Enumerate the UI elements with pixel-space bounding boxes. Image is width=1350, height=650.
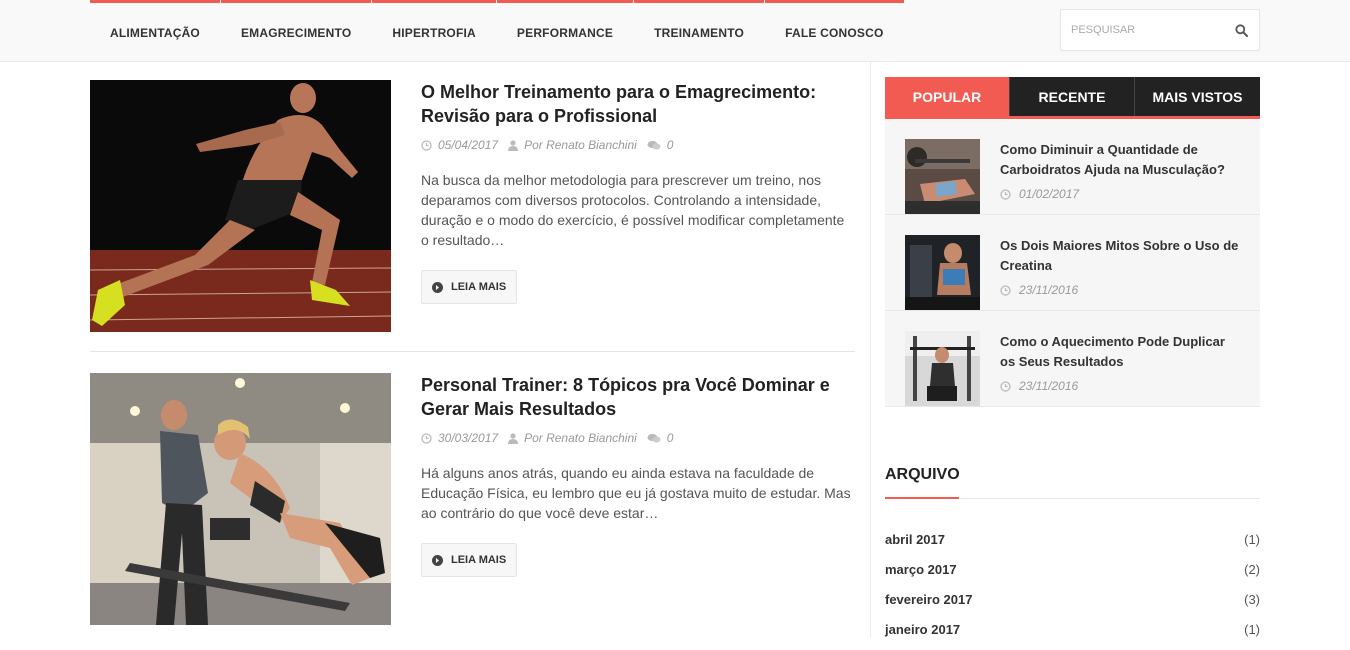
clock-icon bbox=[1000, 380, 1011, 392]
post-title[interactable]: O Melhor Treinamento para o Emagreciment… bbox=[421, 80, 855, 128]
read-more-button[interactable]: LEIA MAIS bbox=[421, 270, 518, 304]
nav-item-performance[interactable]: PERFORMANCE bbox=[496, 0, 634, 62]
search-input[interactable] bbox=[1061, 10, 1223, 50]
list-item[interactable]: Como o Aquecimento Pode Duplicar os Seus… bbox=[885, 311, 1260, 407]
user-icon bbox=[508, 139, 519, 151]
archive-link[interactable]: março 2017 bbox=[885, 560, 957, 590]
archive-count: (1) bbox=[1244, 622, 1260, 637]
popular-post-thumbnail[interactable] bbox=[905, 139, 980, 214]
search-button[interactable] bbox=[1223, 10, 1259, 50]
column-divider bbox=[870, 62, 871, 637]
archive-row: abril 2017 (1) bbox=[885, 530, 1260, 560]
post-meta: 05/04/2017 Por Renato Bianchini 0 bbox=[421, 136, 855, 154]
post-body: O Melhor Treinamento para o Emagreciment… bbox=[421, 80, 855, 304]
bench-press-image bbox=[905, 139, 980, 214]
popular-post-thumbnail[interactable] bbox=[905, 331, 980, 406]
popular-post-title[interactable]: Como Diminuir a Quantidade de Carboidrat… bbox=[1000, 140, 1240, 180]
popular-post-title[interactable]: Os Dois Maiores Mitos Sobre o Uso de Cre… bbox=[1000, 236, 1240, 276]
archive-row: janeiro 2017 (1) bbox=[885, 620, 1260, 650]
search-box bbox=[1060, 9, 1260, 51]
clock-icon bbox=[421, 139, 432, 151]
post-excerpt: Há alguns anos atrás, quando eu ainda es… bbox=[421, 465, 851, 521]
trainer-image bbox=[90, 373, 391, 625]
post-comments[interactable]: 0 bbox=[647, 138, 673, 152]
post-date: 05/04/2017 bbox=[421, 138, 498, 152]
arrow-circle-icon bbox=[432, 554, 443, 566]
archive-count: (1) bbox=[1244, 532, 1260, 547]
top-navigation-bar: ALIMENTAÇÃO EMAGRECIMENTO HIPERTROFIA PE… bbox=[0, 0, 1350, 62]
archive-heading: ARQUIVO bbox=[885, 466, 960, 483]
archive-count: (2) bbox=[1244, 562, 1260, 577]
archive-row: fevereiro 2017 (3) bbox=[885, 590, 1260, 620]
archive-row: março 2017 (2) bbox=[885, 560, 1260, 590]
popular-post-date: 01/02/2017 bbox=[1000, 187, 1240, 201]
post-card: O Melhor Treinamento para o Emagreciment… bbox=[90, 80, 855, 352]
tab-popular[interactable]: POPULAR bbox=[885, 77, 1010, 116]
post-title[interactable]: Personal Trainer: 8 Tópicos pra Você Dom… bbox=[421, 373, 855, 421]
post-author[interactable]: Por Renato Bianchini bbox=[508, 138, 637, 152]
post-excerpt: Na busca da melhor metodologia para pres… bbox=[421, 172, 845, 248]
nav-item-emagrecimento[interactable]: EMAGRECIMENTO bbox=[220, 0, 372, 62]
main-menu: ALIMENTAÇÃO EMAGRECIMENTO HIPERTROFIA PE… bbox=[90, 0, 905, 62]
sidebar-tabs: POPULAR RECENTE MAIS VISTOS bbox=[885, 77, 1260, 119]
archive-list: abril 2017 (1) março 2017 (2) fevereiro … bbox=[885, 530, 1260, 650]
popular-post-date: 23/11/2016 bbox=[1000, 379, 1240, 393]
post-card: Personal Trainer: 8 Tópicos pra Você Dom… bbox=[90, 373, 855, 637]
search-icon bbox=[1234, 23, 1248, 37]
popular-post-text: Os Dois Maiores Mitos Sobre o Uso de Cre… bbox=[1000, 236, 1240, 297]
clock-icon bbox=[421, 432, 432, 444]
clock-icon bbox=[1000, 284, 1011, 296]
popular-post-title[interactable]: Como o Aquecimento Pode Duplicar os Seus… bbox=[1000, 332, 1240, 372]
nav-item-treinamento[interactable]: TREINAMENTO bbox=[634, 0, 765, 62]
post-comments[interactable]: 0 bbox=[647, 431, 673, 445]
post-author[interactable]: Por Renato Bianchini bbox=[508, 431, 637, 445]
archive-link[interactable]: abril 2017 bbox=[885, 530, 945, 560]
arrow-circle-icon bbox=[432, 281, 443, 293]
comments-icon bbox=[647, 433, 661, 442]
archive-link[interactable]: janeiro 2017 bbox=[885, 620, 960, 650]
post-thumbnail-sprinter[interactable] bbox=[90, 80, 391, 332]
nav-item-hipertrofia[interactable]: HIPERTROFIA bbox=[372, 0, 496, 62]
read-more-button[interactable]: LEIA MAIS bbox=[421, 543, 518, 577]
post-date: 30/03/2017 bbox=[421, 431, 498, 445]
archive-link[interactable]: fevereiro 2017 bbox=[885, 590, 972, 620]
nav-item-fale-conosco[interactable]: FALE CONOSCO bbox=[765, 0, 904, 62]
nav-item-alimentacao[interactable]: ALIMENTAÇÃO bbox=[90, 0, 220, 62]
warmup-image bbox=[905, 331, 980, 406]
post-meta: 30/03/2017 Por Renato Bianchini 0 bbox=[421, 429, 855, 447]
clock-icon bbox=[1000, 188, 1011, 200]
tab-most-viewed[interactable]: MAIS VISTOS bbox=[1135, 77, 1260, 116]
popular-post-thumbnail[interactable] bbox=[905, 235, 980, 310]
list-item[interactable]: Os Dois Maiores Mitos Sobre o Uso de Cre… bbox=[885, 215, 1260, 311]
post-thumbnail-personal-trainer[interactable] bbox=[90, 373, 391, 625]
popular-post-text: Como Diminuir a Quantidade de Carboidrat… bbox=[1000, 140, 1240, 201]
popular-post-text: Como o Aquecimento Pode Duplicar os Seus… bbox=[1000, 332, 1240, 393]
popular-post-date: 23/11/2016 bbox=[1000, 283, 1240, 297]
popular-posts-list: Como Diminuir a Quantidade de Carboidrat… bbox=[885, 119, 1260, 407]
sprinter-image bbox=[90, 80, 391, 332]
archive-count: (3) bbox=[1244, 592, 1260, 607]
post-body: Personal Trainer: 8 Tópicos pra Você Dom… bbox=[421, 373, 855, 577]
list-item[interactable]: Como Diminuir a Quantidade de Carboidrat… bbox=[885, 119, 1260, 215]
archive-accent-line bbox=[885, 497, 959, 499]
comments-icon bbox=[647, 140, 661, 149]
tab-recent[interactable]: RECENTE bbox=[1010, 77, 1135, 116]
user-icon bbox=[508, 432, 519, 444]
creatine-image bbox=[905, 235, 980, 310]
